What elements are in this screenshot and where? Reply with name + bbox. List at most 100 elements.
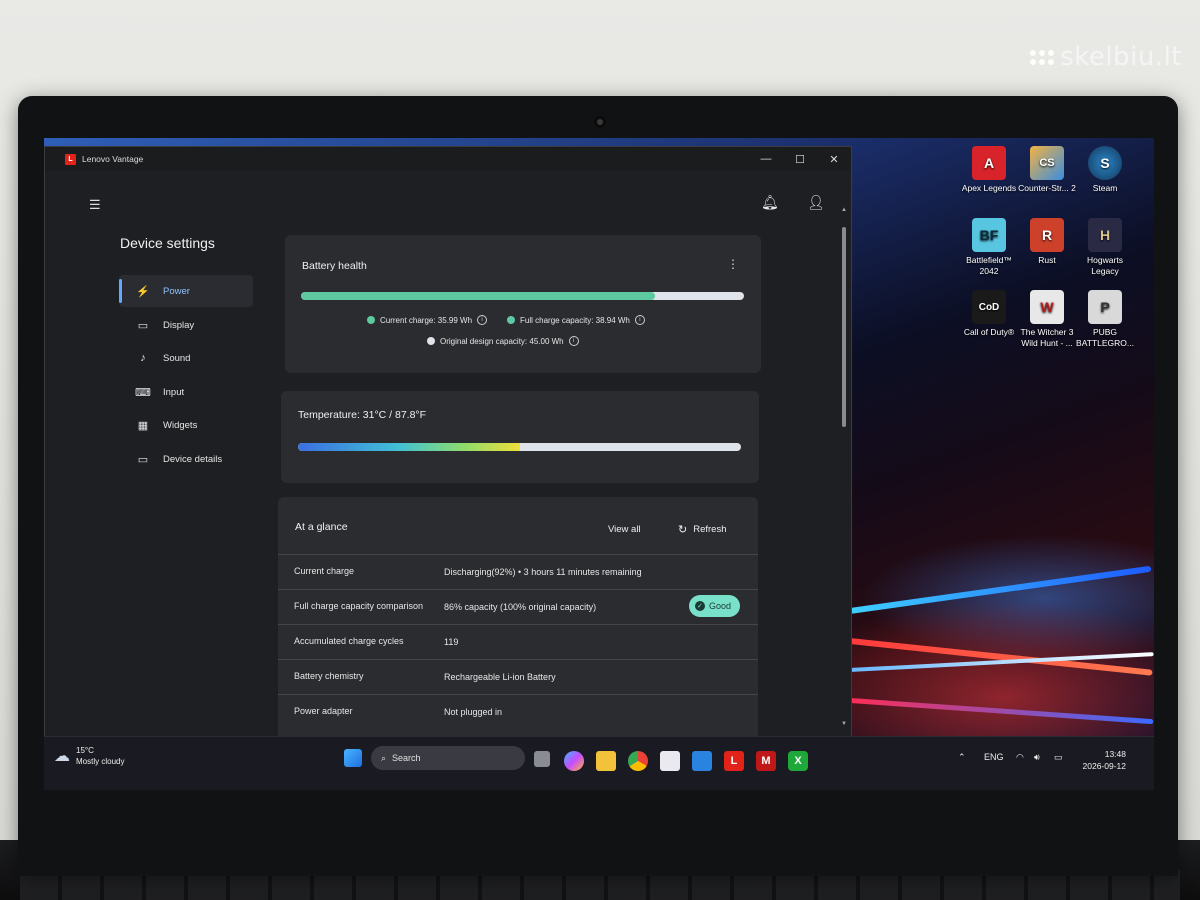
window-titlebar[interactable]: L Lenovo Vantage — ☐ ✕ [45,147,851,171]
battery-health-title: Battery health [302,260,367,272]
desktop-icon-cs2[interactable]: CS Counter-Str... 2 [1016,146,1078,194]
vertical-scrollbar[interactable]: ▲ ▼ [841,207,847,727]
windows-start-icon[interactable] [344,749,362,767]
desktop-icon-label: The Witcher 3 Wild Hunt - ... [1020,327,1074,348]
plug-icon: ⚡ [136,285,150,298]
battery-legend-row: Current charge: 35.99 Wh i Full charge c… [367,315,645,325]
music-note-icon: ♪ [140,352,146,364]
desktop-icon-rust[interactable]: R Rust [1016,218,1078,266]
desktop-icon-label: Apex Legends [961,183,1017,193]
taskbar-search-input[interactable]: ⌕ Search [371,746,525,770]
full-charge-capacity-text: Full charge capacity: 38.94 Wh [520,315,630,325]
mcafee-icon[interactable]: M [756,751,776,771]
weather-temperature: 15°C [76,746,94,755]
lenovo-vantage-taskbar-icon[interactable]: L [724,751,744,771]
scroll-thumb[interactable] [842,227,846,427]
design-capacity-text: Original design capacity: 45.00 Wh [440,336,564,346]
sidebar-item-label: Device details [163,453,223,465]
at-a-glance-card: At a glance View all ↻ Refresh Current c… [278,497,758,737]
desktop-icon-label: Rust [1038,255,1056,265]
volume-icon[interactable]: 🔊︎ [1034,752,1040,763]
cloud-icon: ☁ [54,747,70,765]
desktop-icon-call-of-duty[interactable]: CoD Call of Duty® [958,290,1020,338]
row-value: 86% capacity (100% original capacity) [444,602,597,612]
sidebar-item-sound[interactable]: ♪ Sound [119,342,253,374]
sidebar-item-label: Input [163,386,185,398]
battery-icon[interactable]: ▭ [1054,752,1063,763]
clock-time: 13:48 [1104,749,1126,759]
desktop-icon-battlefield[interactable]: BF Battlefield™ 2042 [958,218,1020,277]
minimize-button[interactable]: — [749,147,783,171]
more-options-icon[interactable]: ⋮ [727,257,739,271]
table-row: Full charge capacity comparison 86% capa… [278,589,758,624]
info-icon[interactable]: i [568,336,579,346]
taskbar-clock[interactable]: 13:48 2026-09-12 [1083,748,1126,772]
file-explorer-icon[interactable] [596,751,616,771]
check-circle-icon: ✓ [694,601,705,611]
sidebar-item-power[interactable]: ⚡ Power [119,275,253,307]
sidebar-item-display[interactable]: ▭ Display [119,309,253,341]
desktop-icon-pubg[interactable]: P PUBG BATTLEGRO... [1074,290,1136,349]
search-placeholder: Search [392,753,421,763]
row-value: Rechargeable Li-ion Battery [444,672,556,682]
scroll-up-arrow-icon[interactable]: ▲ [841,207,847,213]
sidebar-item-device-details[interactable]: ▭ Device details [119,443,253,475]
desktop-icon-hogwarts[interactable]: H Hogwarts Legacy [1074,218,1136,277]
monitor-icon: ▭ [137,319,149,332]
keyboard-icon: ⌨ [135,386,151,399]
show-hidden-icons-chevron-icon[interactable]: ⌃ [958,752,966,763]
scroll-down-arrow-icon[interactable]: ▼ [841,721,847,727]
row-key: Battery chemistry [294,671,364,681]
task-view-icon[interactable] [534,751,550,767]
view-all-link[interactable]: View all [608,524,641,535]
desktop-icon-witcher[interactable]: W The Witcher 3 Wild Hunt - ... [1016,290,1078,349]
desktop-icon-apex[interactable]: A Apex Legends [958,146,1020,194]
lenovo-vantage-window: L Lenovo Vantage — ☐ ✕ ☰ 🔔︎ 👤︎ Device se… [44,146,852,738]
desktop-icon-label: PUBG BATTLEGRO... [1076,327,1134,348]
watermark-logo-icon [1030,49,1055,65]
apex-legends-icon: A [972,146,1006,180]
row-value: 119 [444,637,459,647]
at-a-glance-title: At a glance [295,521,348,533]
microsoft-store-icon[interactable] [660,751,680,771]
menu-toggle-icon[interactable]: ☰ [89,197,101,213]
desktop-icon-label: Hogwarts Legacy [1087,255,1123,276]
sidebar-item-label: Sound [163,352,191,364]
sidebar-item-widgets[interactable]: ▦ Widgets [119,409,253,441]
sidebar-item-input[interactable]: ⌨ Input [119,376,253,408]
skelbiu-watermark: skelbiu.lt [1030,42,1182,72]
user-account-icon[interactable]: 👤︎ [807,194,825,211]
sidebar-item-label: Power [163,285,190,297]
window-title: Lenovo Vantage [82,154,144,164]
clock-date: 2026-09-12 [1082,761,1126,771]
weather-widget[interactable]: ☁ 15°C Mostly cloudy [54,745,124,767]
info-icon[interactable]: i [634,315,645,325]
desktop-icon-label: Battlefield™ 2042 [966,255,1012,276]
mail-icon[interactable] [692,751,712,771]
notification-bell-icon[interactable]: 🔔︎ [761,194,779,211]
desktop-icon-steam[interactable]: S Steam [1074,146,1136,194]
table-row: Current charge Discharging(92%) • 3 hour… [278,554,758,589]
weather-description: Mostly cloudy [76,757,125,766]
close-button[interactable]: ✕ [817,147,851,171]
copilot-icon[interactable] [564,751,584,771]
language-indicator[interactable]: ENG [984,752,1004,762]
design-capacity-dot [427,337,435,345]
chrome-icon[interactable] [628,751,648,771]
watermark-text: skelbiu.lt [1060,42,1182,72]
wifi-icon[interactable]: ◠ [1016,752,1024,763]
xbox-icon[interactable]: X [788,751,808,771]
search-icon: ⌕ [381,752,387,763]
sidebar-item-label: Widgets [163,419,198,431]
battery-legend-row: Original design capacity: 45.00 Wh i [427,336,579,346]
full-charge-dot [507,316,516,324]
refresh-button[interactable]: ↻ Refresh [678,523,726,536]
battlefield-icon: BF [972,218,1006,252]
info-icon[interactable]: i [477,315,488,325]
hogwarts-legacy-icon: H [1088,218,1122,252]
temperature-label: Temperature: 31°C / 87.8°F [298,409,427,421]
lenovo-logo-icon: L [65,153,76,165]
maximize-button[interactable]: ☐ [783,147,817,171]
wallpaper-streak [849,698,1154,725]
status-badge-label: Good [708,601,731,611]
